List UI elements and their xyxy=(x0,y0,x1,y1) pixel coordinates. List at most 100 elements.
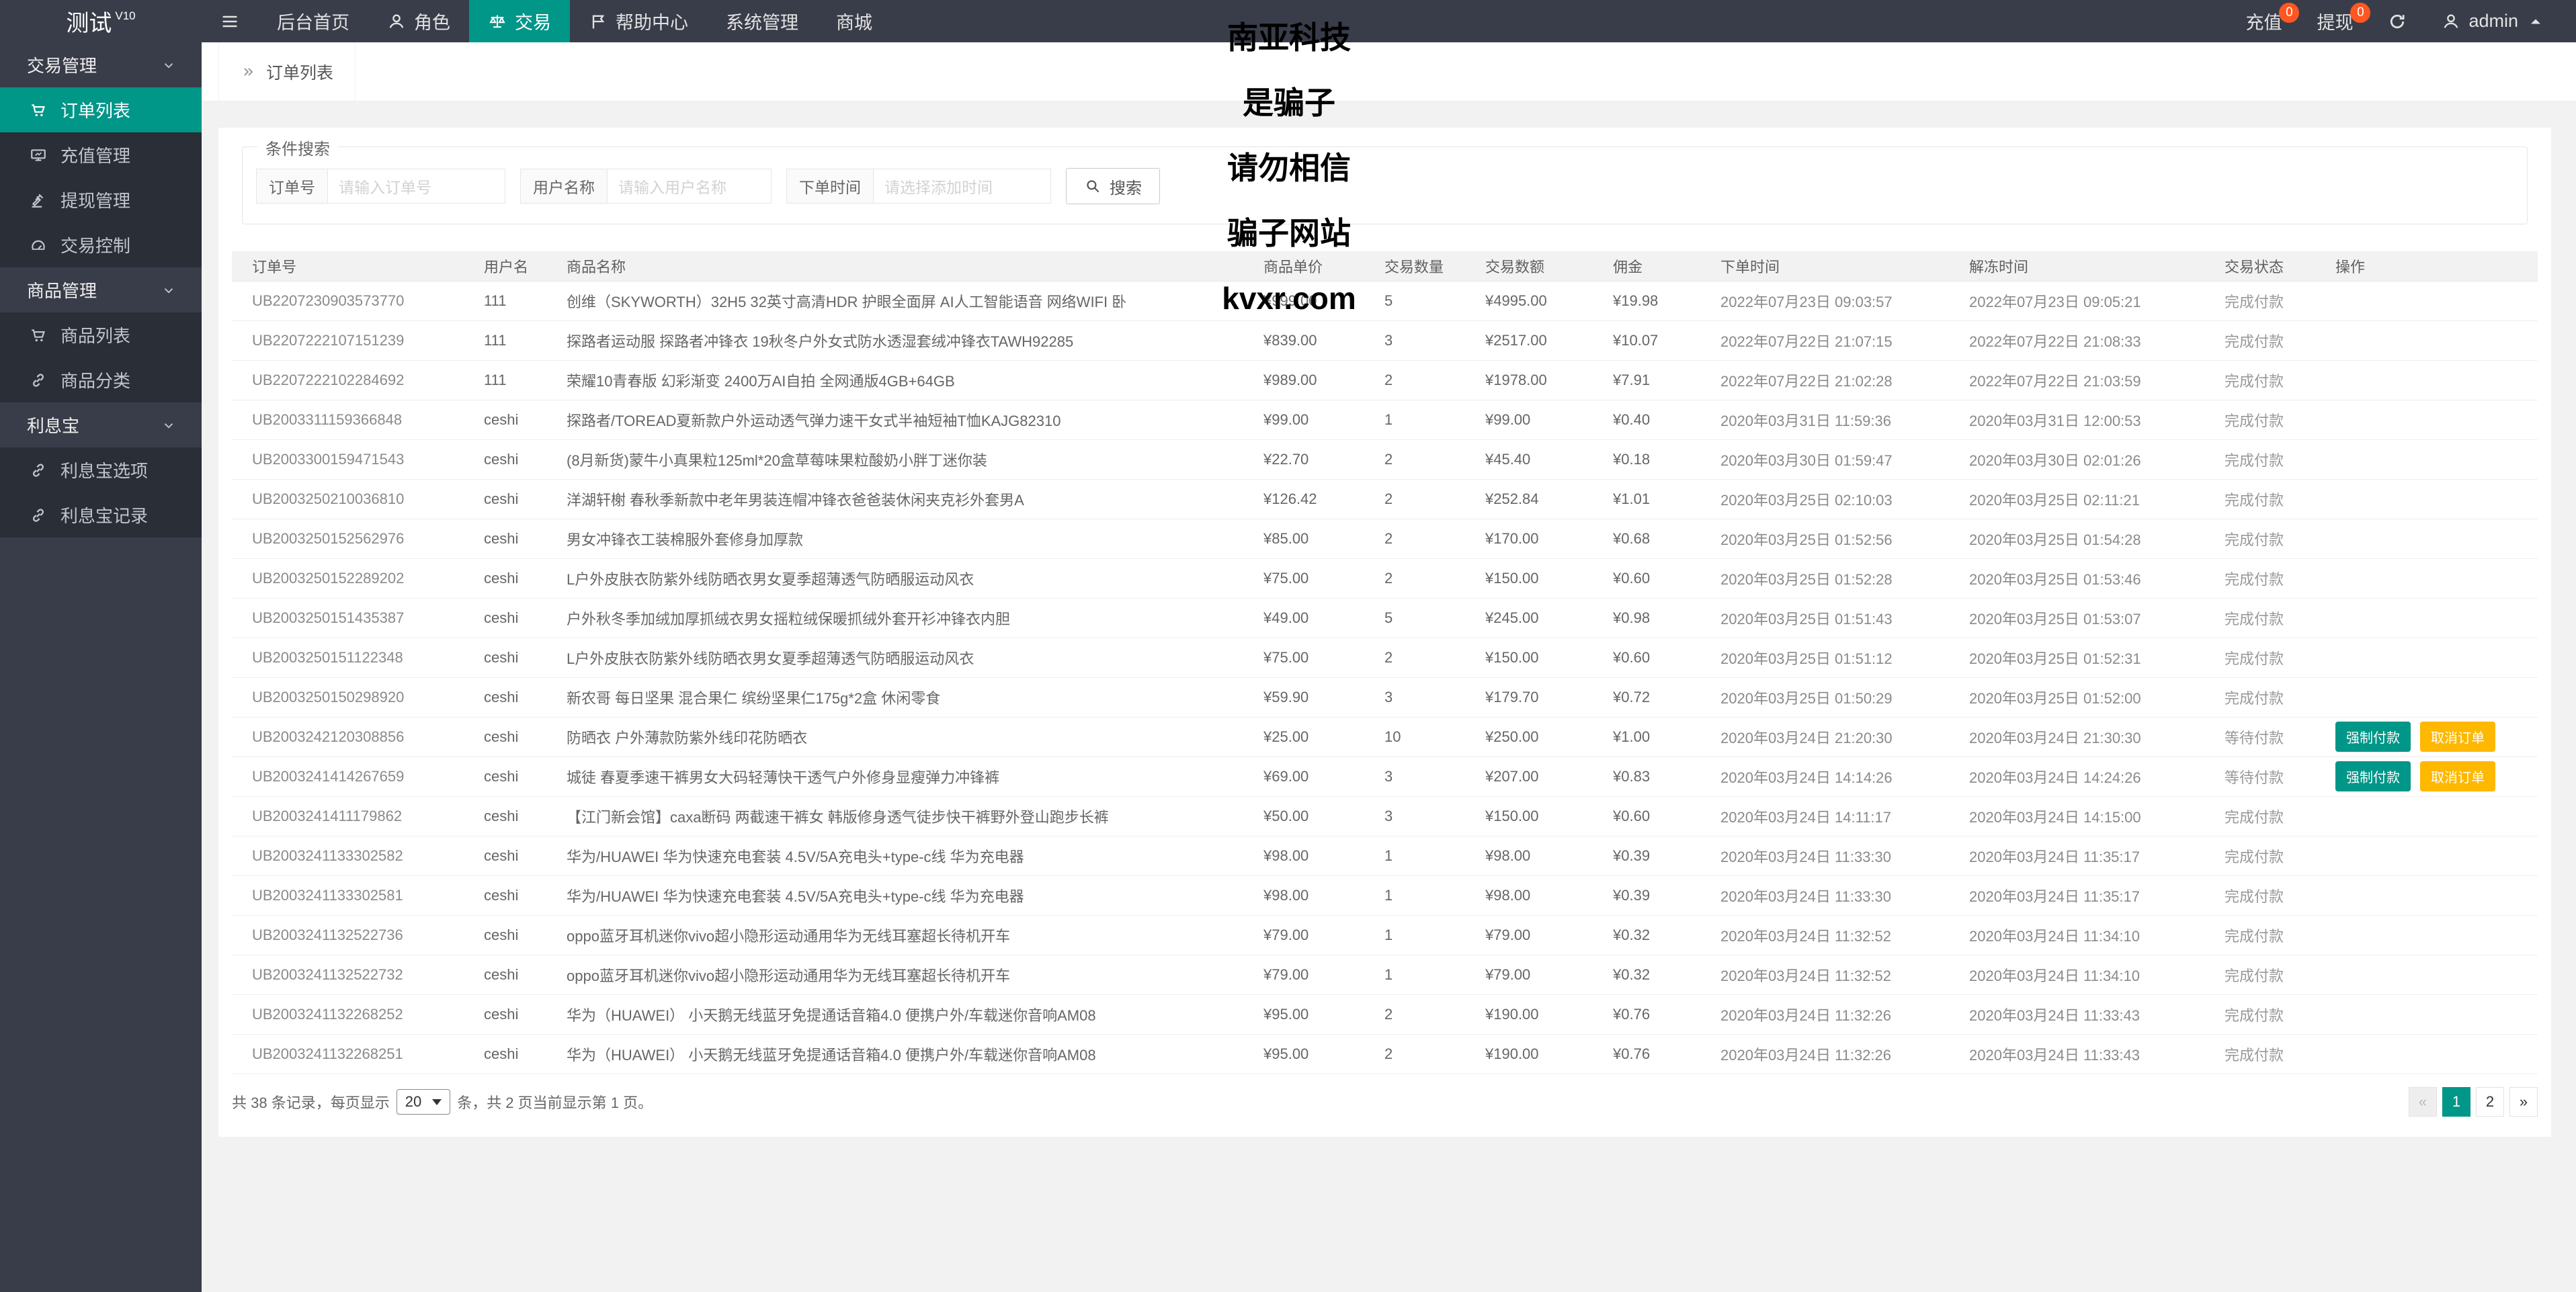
top-nav-item[interactable]: 角色 xyxy=(368,0,469,42)
column-header: 用户名 xyxy=(464,251,546,281)
record-summary: 共 38 条记录，每页显示 20 条，共 2 页当前显示第 1 页。 xyxy=(232,1089,653,1115)
product-name-cell: 华为（HUAWEI） 小天鹅无线蓝牙免提通话音箱4.0 便携户外/车载迷你音响A… xyxy=(546,1034,1243,1074)
top-nav-item-label: 角色 xyxy=(414,8,450,34)
table-row: UB2003250150298920ceshi新农哥 每日坚果 混合果仁 缤纷坚… xyxy=(232,677,2538,717)
actions-cell xyxy=(2315,796,2538,836)
quantity-cell: 2 xyxy=(1364,558,1465,598)
page-button[interactable]: 1 xyxy=(2442,1087,2470,1117)
quantity-cell: 1 xyxy=(1364,915,1465,955)
column-header: 操作 xyxy=(2315,251,2538,281)
table-row: UB2207222107151239111探路者运动服 探路者冲锋衣 19秋冬户… xyxy=(232,320,2538,360)
order-no-cell: UB2003241132522736 xyxy=(232,915,464,955)
top-bar: 测试V10 后台首页角色交易帮助中心系统管理商城 充值 0 提现 0 admin xyxy=(0,0,2576,42)
force-pay-button[interactable]: 强制付款 xyxy=(2335,722,2411,752)
status-cell: 完成付款 xyxy=(2204,796,2315,836)
unfreeze-time-cell: 2020年03月24日 21:30:30 xyxy=(1949,717,2204,757)
order-time-cell: 2020年03月24日 11:33:30 xyxy=(1700,836,1949,875)
table-header-row: 订单号用户名商品名称商品单价交易数量交易数额佣金下单时间解冻时间交易状态操作 xyxy=(232,251,2538,281)
sidebar-item[interactable]: 利息宝记录 xyxy=(0,492,202,537)
sidebar-group-title[interactable]: 利息宝 xyxy=(0,402,202,447)
username-field-group: 用户名称 请输入用户名称 xyxy=(520,169,772,204)
sidebar-item[interactable]: 提现管理 xyxy=(0,177,202,222)
amount-cell: ¥2517.00 xyxy=(1465,320,1593,360)
sidebar-item[interactable]: 商品列表 xyxy=(0,312,202,357)
table-row: UB2003242120308856ceshi防晒衣 户外薄款防紫外线印花防晒衣… xyxy=(232,717,2538,757)
chevron-down-icon xyxy=(161,418,176,433)
order-no-cell: UB2003241414267659 xyxy=(232,757,464,796)
quantity-cell: 3 xyxy=(1364,320,1465,360)
top-nav-item[interactable]: 商城 xyxy=(817,0,891,42)
quantity-cell: 3 xyxy=(1364,796,1465,836)
force-pay-button[interactable]: 强制付款 xyxy=(2335,761,2411,791)
column-header: 下单时间 xyxy=(1700,251,1949,281)
recharge-button[interactable]: 充值 0 xyxy=(2228,0,2299,42)
top-nav-item[interactable]: 后台首页 xyxy=(258,0,368,42)
withdraw-button[interactable]: 提现 0 xyxy=(2299,0,2370,42)
top-nav-item[interactable]: 帮助中心 xyxy=(570,0,707,42)
column-header: 商品名称 xyxy=(546,251,1243,281)
unfreeze-time-cell: 2020年03月24日 11:33:43 xyxy=(1949,994,2204,1034)
top-nav-item[interactable]: 系统管理 xyxy=(707,0,817,42)
refresh-button[interactable] xyxy=(2370,0,2424,42)
username-cell: 111 xyxy=(464,320,546,360)
commission-cell: ¥0.39 xyxy=(1593,836,1700,875)
sidebar-group-title[interactable]: 商品管理 xyxy=(0,267,202,312)
amount-cell: ¥207.00 xyxy=(1465,757,1593,796)
breadcrumb[interactable]: 订单列表 xyxy=(218,42,356,101)
search-button[interactable]: 搜索 xyxy=(1066,168,1160,204)
page-button[interactable]: « xyxy=(2409,1087,2437,1117)
status-cell: 完成付款 xyxy=(2204,836,2315,875)
order-no-cell: UB2207230903573770 xyxy=(232,281,464,320)
order-no-cell: UB2003250210036810 xyxy=(232,479,464,519)
product-name-cell: 新农哥 每日坚果 混合果仁 缤纷坚果仁175g*2盒 休闲零食 xyxy=(546,677,1243,717)
unfreeze-time-cell: 2020年03月24日 14:15:00 xyxy=(1949,796,2204,836)
withdraw-label: 提现 xyxy=(2317,8,2353,34)
sidebar-item[interactable]: 充值管理 xyxy=(0,132,202,177)
actions-cell xyxy=(2315,439,2538,479)
link-icon xyxy=(30,462,47,479)
page-size-select[interactable]: 20 xyxy=(397,1089,450,1115)
status-cell: 完成付款 xyxy=(2204,1034,2315,1074)
cancel-order-button[interactable]: 取消订单 xyxy=(2420,722,2495,752)
unit-price-cell: ¥75.00 xyxy=(1243,558,1364,598)
order-no-cell: UB2003250150298920 xyxy=(232,677,464,717)
user-icon xyxy=(387,12,406,31)
product-name-cell: 户外秋冬季加绒加厚抓绒衣男女摇粒绒保暖抓绒外套开衫冲锋衣内胆 xyxy=(546,598,1243,638)
status-cell: 完成付款 xyxy=(2204,875,2315,915)
sidebar-item[interactable]: 商品分类 xyxy=(0,357,202,402)
order-no-cell: UB2003250151435387 xyxy=(232,598,464,638)
cancel-order-button[interactable]: 取消订单 xyxy=(2420,761,2495,791)
user-menu[interactable]: admin xyxy=(2424,0,2563,42)
actions-cell xyxy=(2315,836,2538,875)
quantity-cell: 2 xyxy=(1364,1034,1465,1074)
status-cell: 完成付款 xyxy=(2204,955,2315,994)
quantity-cell: 3 xyxy=(1364,757,1465,796)
page-button[interactable]: » xyxy=(2509,1087,2538,1117)
search-form: 订单号 请输入订单号 用户名称 请输入用户名称 下单时间 请选择添加时间 搜索 xyxy=(256,168,1160,204)
sidebar-group-title[interactable]: 交易管理 xyxy=(0,42,202,87)
commission-cell: ¥19.98 xyxy=(1593,281,1700,320)
board-icon xyxy=(30,146,47,164)
quantity-cell: 10 xyxy=(1364,717,1465,757)
top-nav-item[interactable]: 交易 xyxy=(469,0,570,42)
order-no-input[interactable]: 请输入订单号 xyxy=(327,169,505,204)
table-row: UB2003241411179862ceshi【江门新会馆】caxa断码 两截速… xyxy=(232,796,2538,836)
page-button[interactable]: 2 xyxy=(2476,1087,2504,1117)
order-no-cell: UB2003242120308856 xyxy=(232,717,464,757)
sidebar-item[interactable]: 交易控制 xyxy=(0,222,202,267)
search-fieldset: 条件搜索 订单号 请输入订单号 用户名称 请输入用户名称 下单时间 请选择添加时… xyxy=(242,146,2528,224)
sidebar-item-label: 利息宝记录 xyxy=(60,503,148,527)
order-time-input[interactable]: 请选择添加时间 xyxy=(873,169,1051,204)
order-time-cell: 2022年07月22日 21:02:28 xyxy=(1700,360,1949,400)
actions-cell xyxy=(2315,875,2538,915)
amount-cell: ¥150.00 xyxy=(1465,796,1593,836)
order-time-cell: 2020年03月25日 01:50:29 xyxy=(1700,677,1949,717)
order-time-cell: 2020年03月25日 01:51:43 xyxy=(1700,598,1949,638)
unfreeze-time-cell: 2022年07月23日 09:05:21 xyxy=(1949,281,2204,320)
sidebar-item[interactable]: 利息宝选项 xyxy=(0,447,202,492)
product-name-cell: 荣耀10青春版 幻彩渐变 2400万AI自拍 全网通版4GB+64GB xyxy=(546,360,1243,400)
sidebar-item[interactable]: 订单列表 xyxy=(0,87,202,132)
username-input[interactable]: 请输入用户名称 xyxy=(607,169,772,204)
menu-toggle-button[interactable] xyxy=(202,0,258,42)
table-row: UB2003241133302581ceshi华为/HUAWEI 华为快速充电套… xyxy=(232,875,2538,915)
